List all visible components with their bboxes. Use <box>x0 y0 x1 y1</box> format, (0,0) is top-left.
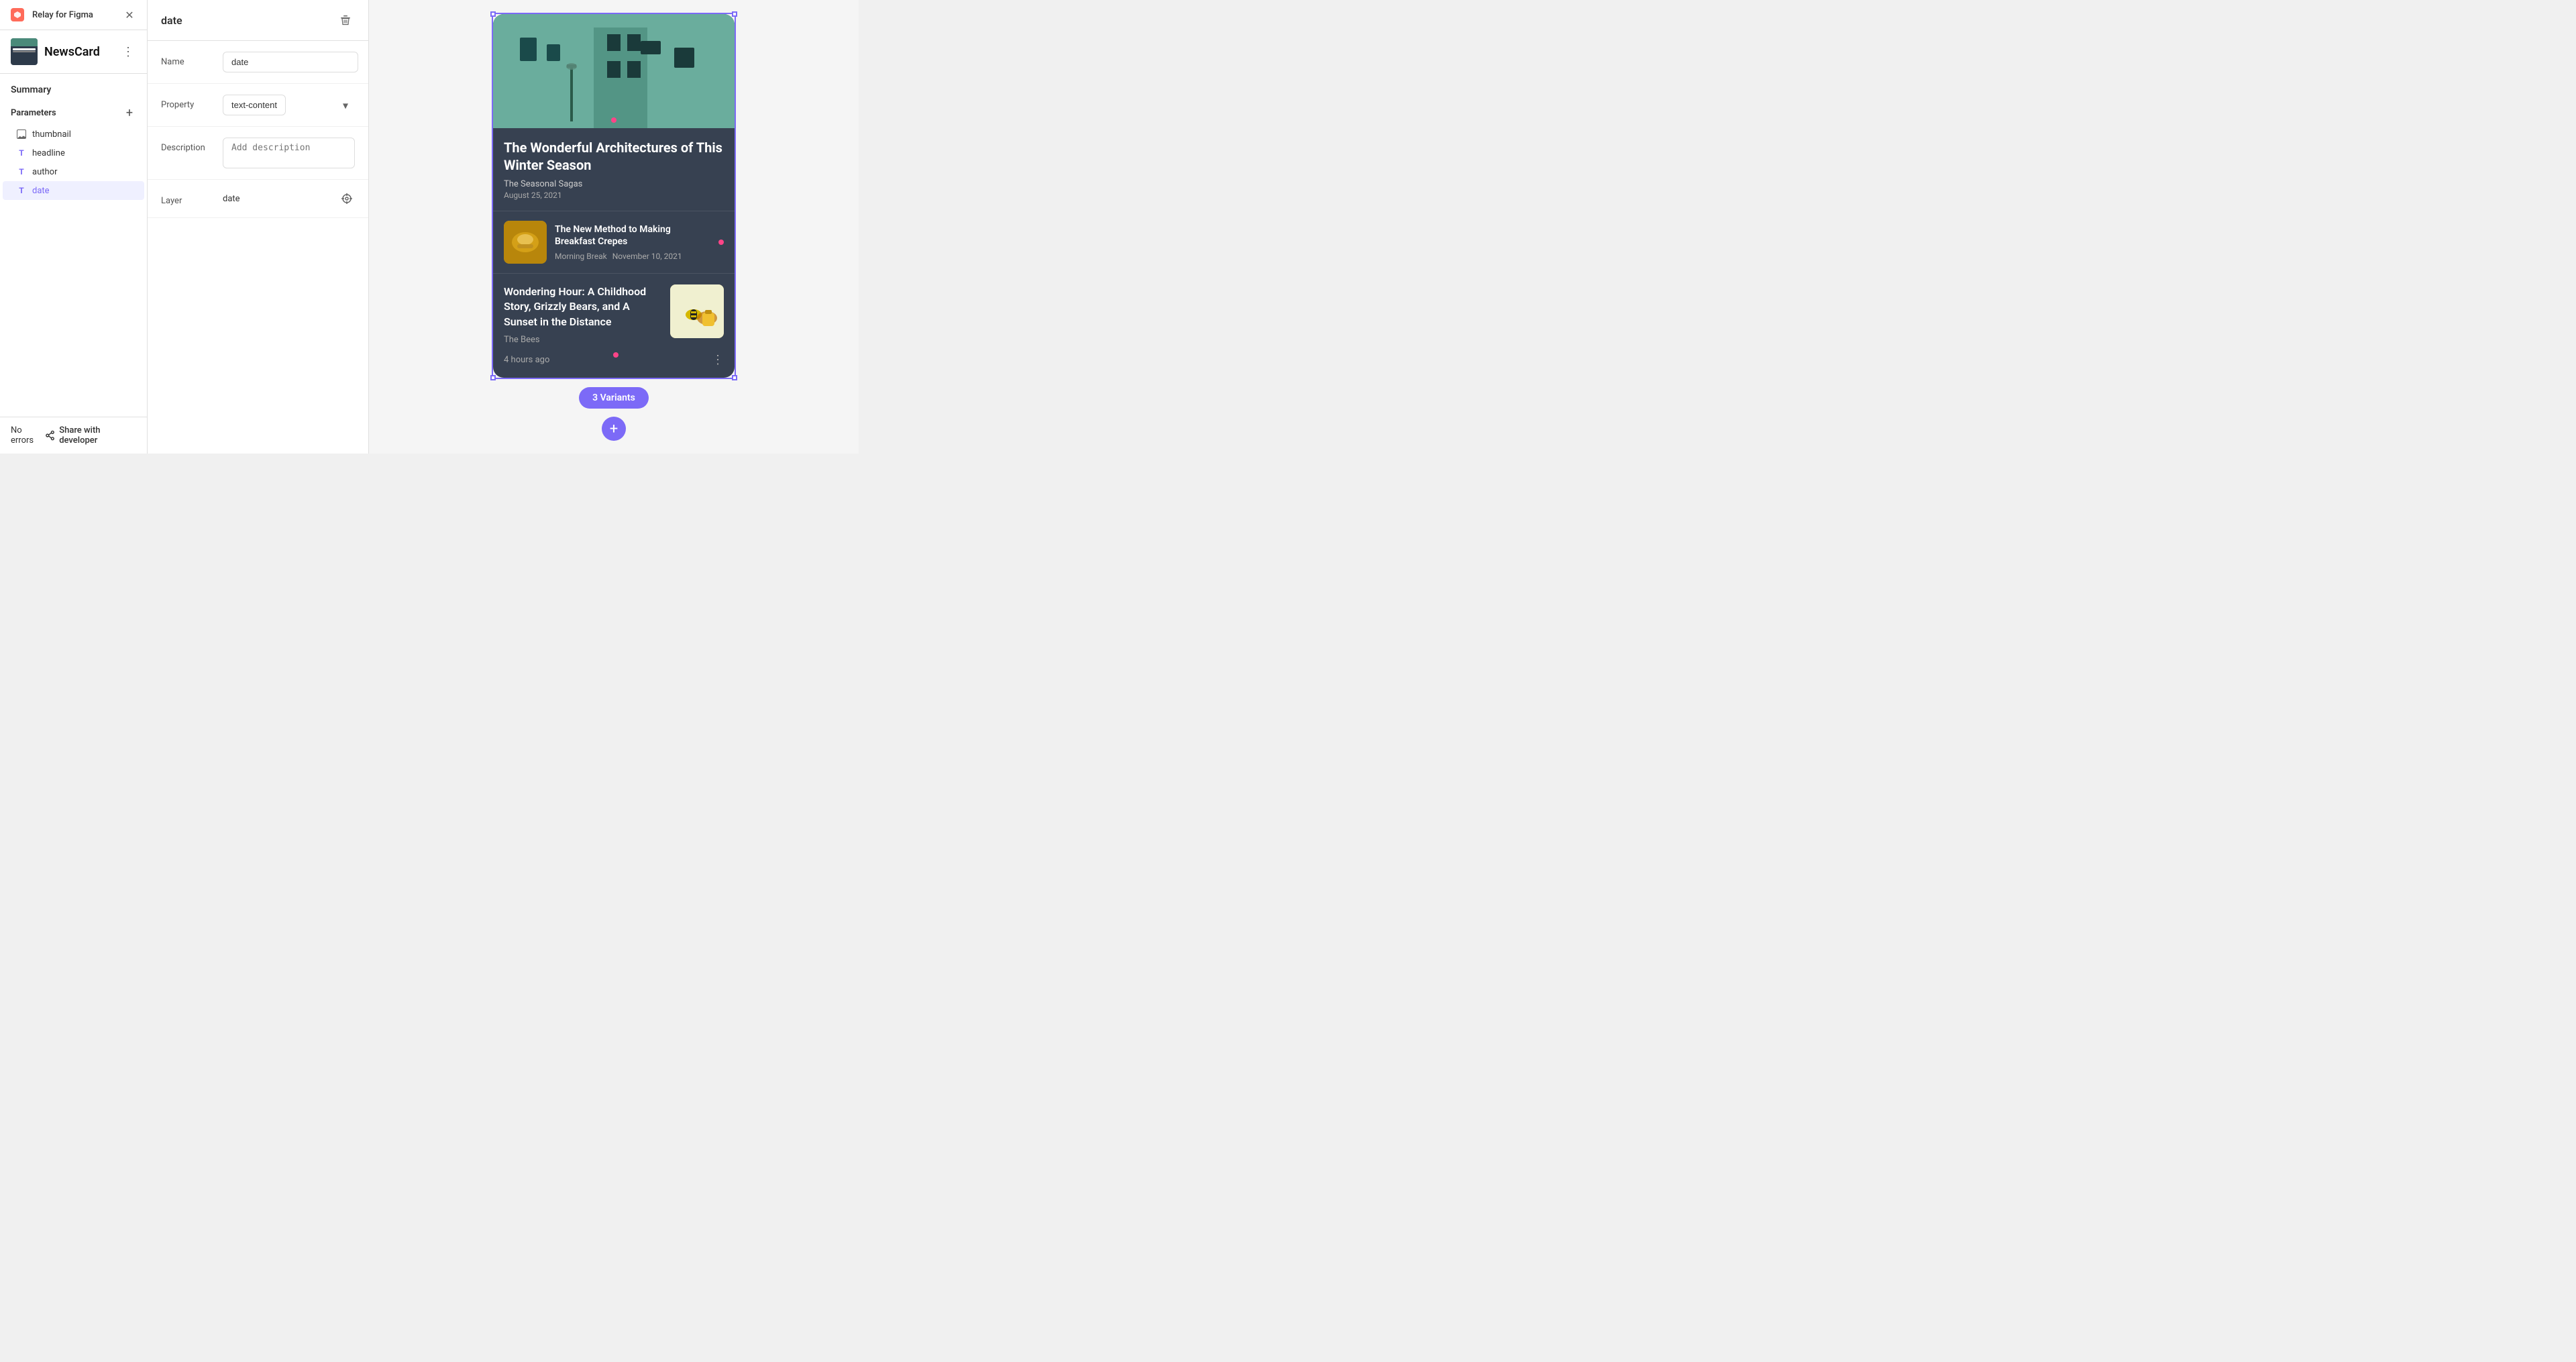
more-options-button[interactable]: ⋮ <box>120 44 136 60</box>
property-select-wrapper: text-content <box>223 95 355 115</box>
close-button[interactable]: ✕ <box>123 8 136 21</box>
canvas-area: ✦ NewsCard <box>492 13 736 441</box>
parameters-header: Parameters + <box>0 101 147 125</box>
last-item-more-button[interactable]: ⋮ <box>712 353 724 367</box>
image-icon <box>16 129 27 140</box>
selection-border: The Wonderful Architectures of This Wint… <box>492 13 736 379</box>
last-item-time: 4 hours ago <box>504 355 549 365</box>
text-icon-date: T <box>16 185 27 196</box>
news-item-1-content: The New Method to Making Breakfast Crepe… <box>555 223 710 261</box>
pink-dot-hero <box>611 117 616 123</box>
summary-title: Summary <box>0 74 147 101</box>
news-item-1-title: The New Method to Making Breakfast Crepe… <box>555 223 710 248</box>
last-thumb <box>670 284 724 338</box>
panel-body: Summary Parameters + thumbnail T headlin… <box>0 74 147 417</box>
description-input[interactable] <box>223 138 355 168</box>
corner-handle-bl <box>490 375 496 380</box>
param-thumbnail[interactable]: thumbnail <box>3 125 144 144</box>
description-field-group: Description <box>148 127 368 180</box>
description-label: Description <box>161 138 215 153</box>
component-header: NewsCard ⋮ <box>0 30 147 74</box>
layer-field-group: Layer date <box>148 180 368 218</box>
center-title: date <box>161 14 182 27</box>
share-icon <box>45 430 55 441</box>
param-thumbnail-label: thumbnail <box>32 129 71 140</box>
plugin-name: Relay for Figma <box>32 10 115 20</box>
hero-image <box>493 14 735 128</box>
corner-handle-br <box>732 375 737 380</box>
last-item-body: Wondering Hour: A Childhood Story, Grizz… <box>504 284 724 353</box>
news-item-1-meta: Morning Break November 10, 2021 <box>555 252 710 261</box>
layer-label: Layer <box>161 191 215 206</box>
news-list-item-1: The New Method to Making Breakfast Crepe… <box>493 211 735 273</box>
left-panel: Relay for Figma ✕ NewsCard ⋮ Summary Par… <box>0 0 148 454</box>
parameters-label: Parameters <box>11 108 56 118</box>
text-icon-author: T <box>16 166 27 177</box>
news-card: The Wonderful Architectures of This Wint… <box>493 14 735 378</box>
bees-thumb-svg <box>670 284 724 338</box>
center-panel: date Name Property text-content Descript… <box>148 0 369 454</box>
target-icon[interactable] <box>339 191 355 207</box>
news-thumb-food <box>504 221 547 264</box>
component-canvas-label: ✦ NewsCard <box>489 0 544 2</box>
variants-badge[interactable]: 3 Variants <box>579 387 649 409</box>
last-item-title: Wondering Hour: A Childhood Story, Grizz… <box>504 284 662 329</box>
hero-content: The Wonderful Architectures of This Wint… <box>493 128 735 211</box>
param-author[interactable]: T author <box>3 162 144 181</box>
news-item-1-source: Morning Break <box>555 252 607 261</box>
figma-icon: ✦ <box>489 0 497 2</box>
component-canvas-name: NewsCard <box>501 0 544 2</box>
name-field-group: Name <box>148 41 368 84</box>
param-author-label: author <box>32 167 57 177</box>
param-date-label: date <box>32 186 50 196</box>
share-with-developer-button[interactable]: Share with developer <box>45 425 136 446</box>
hero-source: The Seasonal Sagas <box>504 179 724 189</box>
pink-dot-last <box>613 352 619 358</box>
component-thumbnail <box>11 38 38 65</box>
add-variant-button[interactable]: + <box>602 417 626 441</box>
news-card-last-item: Wondering Hour: A Childhood Story, Grizz… <box>493 273 735 378</box>
layer-row: date <box>223 191 355 207</box>
name-input[interactable] <box>223 52 358 72</box>
delete-button[interactable] <box>336 11 355 30</box>
plugin-header: Relay for Figma ✕ <box>0 0 147 30</box>
add-parameter-button[interactable]: + <box>123 106 136 119</box>
property-field-group: Property text-content <box>148 84 368 127</box>
pink-dot-item1 <box>718 240 724 245</box>
last-item-source: The Bees <box>504 335 662 345</box>
last-item-text: Wondering Hour: A Childhood Story, Grizz… <box>504 284 662 353</box>
news-item-1-date: November 10, 2021 <box>612 252 682 261</box>
component-title: NewsCard <box>44 45 113 59</box>
center-header: date <box>148 0 368 41</box>
plugin-logo <box>11 8 24 21</box>
trash-icon <box>339 14 352 26</box>
text-icon-headline: T <box>16 148 27 158</box>
hero-title: The Wonderful Architectures of This Wint… <box>504 139 724 174</box>
hero-image-svg <box>493 14 735 128</box>
hero-date: August 25, 2021 <box>504 191 724 200</box>
name-label: Name <box>161 52 215 67</box>
canvas-panel: ✦ NewsCard <box>369 0 859 454</box>
param-date[interactable]: T date <box>3 181 144 200</box>
share-label: Share with developer <box>59 425 136 446</box>
food-thumb-svg <box>504 221 547 264</box>
panel-footer: No errors Share with developer <box>0 417 147 454</box>
property-label: Property <box>161 95 215 110</box>
no-errors-label: No errors <box>11 425 45 446</box>
property-select[interactable]: text-content <box>223 95 286 115</box>
layer-value: date <box>223 194 331 204</box>
param-headline[interactable]: T headline <box>3 144 144 162</box>
param-headline-label: headline <box>32 148 65 158</box>
